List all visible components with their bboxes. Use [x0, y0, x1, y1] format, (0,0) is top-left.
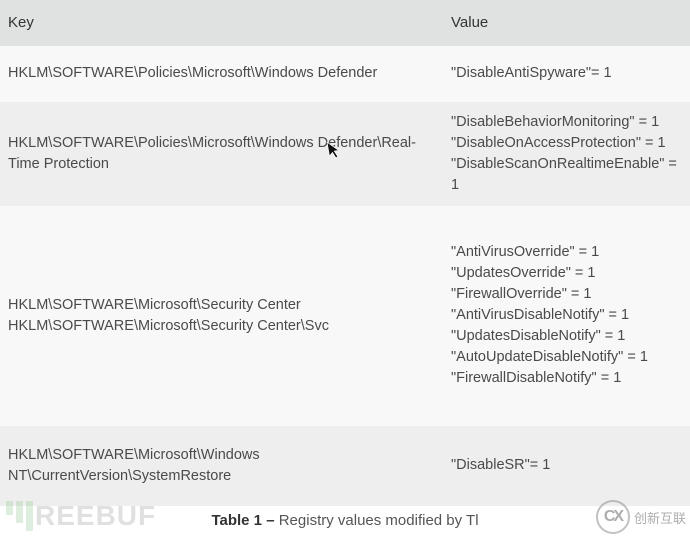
- table-row: HKLM\SOFTWARE\Policies\Microsoft\Windows…: [0, 46, 690, 102]
- caption-text: Registry values modified by Tl: [279, 512, 479, 529]
- key-text: HKLM\SOFTWARE\Microsoft\Security Center: [8, 295, 435, 316]
- value-text: "UpdatesOverride" = 1: [451, 263, 682, 284]
- value-text: "UpdatesDisableNotify" = 1: [451, 326, 682, 347]
- value-text: "FirewallDisableNotify" = 1: [451, 368, 682, 389]
- key-cell: HKLM\SOFTWARE\Microsoft\Security CenterH…: [0, 206, 443, 426]
- key-text: HKLM\SOFTWARE\Microsoft\Security Center\…: [8, 316, 435, 337]
- value-text: "DisableSR"= 1: [451, 455, 682, 476]
- value-text: "AntiVirusOverride" = 1: [451, 242, 682, 263]
- value-text: "AntiVirusDisableNotify" = 1: [451, 305, 682, 326]
- value-cell: "DisableBehaviorMonitoring" = 1"DisableO…: [443, 102, 690, 206]
- key-text: HKLM\SOFTWARE\Policies\Microsoft\Windows…: [8, 133, 435, 175]
- value-cell: "DisableSR"= 1: [443, 426, 690, 506]
- header-key: Key: [0, 0, 443, 46]
- key-text: HKLM\SOFTWARE\Microsoft\Windows NT\Curre…: [8, 445, 435, 487]
- value-text: "DisableScanOnRealtimeEnable" = 1: [451, 154, 682, 196]
- key-cell: HKLM\SOFTWARE\Policies\Microsoft\Windows…: [0, 102, 443, 206]
- value-text: "DisableAntiSpyware"= 1: [451, 63, 682, 84]
- value-text: "FirewallOverride" = 1: [451, 284, 682, 305]
- caption-label: Table 1 –: [211, 512, 278, 529]
- value-text: "AutoUpdateDisableNotify" = 1: [451, 347, 682, 368]
- key-text: HKLM\SOFTWARE\Policies\Microsoft\Windows…: [8, 63, 435, 84]
- key-cell: HKLM\SOFTWARE\Microsoft\Windows NT\Curre…: [0, 426, 443, 506]
- value-cell: "AntiVirusOverride" = 1"UpdatesOverride"…: [443, 206, 690, 426]
- table-row: HKLM\SOFTWARE\Microsoft\Security CenterH…: [0, 206, 690, 426]
- table-header-row: Key Value: [0, 0, 690, 46]
- value-cell: "DisableAntiSpyware"= 1: [443, 46, 690, 102]
- table-row: HKLM\SOFTWARE\Policies\Microsoft\Windows…: [0, 102, 690, 206]
- value-text: "DisableOnAccessProtection" = 1: [451, 133, 682, 154]
- header-value: Value: [443, 0, 690, 46]
- value-text: "DisableBehaviorMonitoring" = 1: [451, 112, 682, 133]
- table-row: HKLM\SOFTWARE\Microsoft\Windows NT\Curre…: [0, 426, 690, 506]
- registry-table: Key Value HKLM\SOFTWARE\Policies\Microso…: [0, 0, 690, 506]
- table-caption: Table 1 – Registry values modified by Tl: [0, 506, 690, 529]
- key-cell: HKLM\SOFTWARE\Policies\Microsoft\Windows…: [0, 46, 443, 102]
